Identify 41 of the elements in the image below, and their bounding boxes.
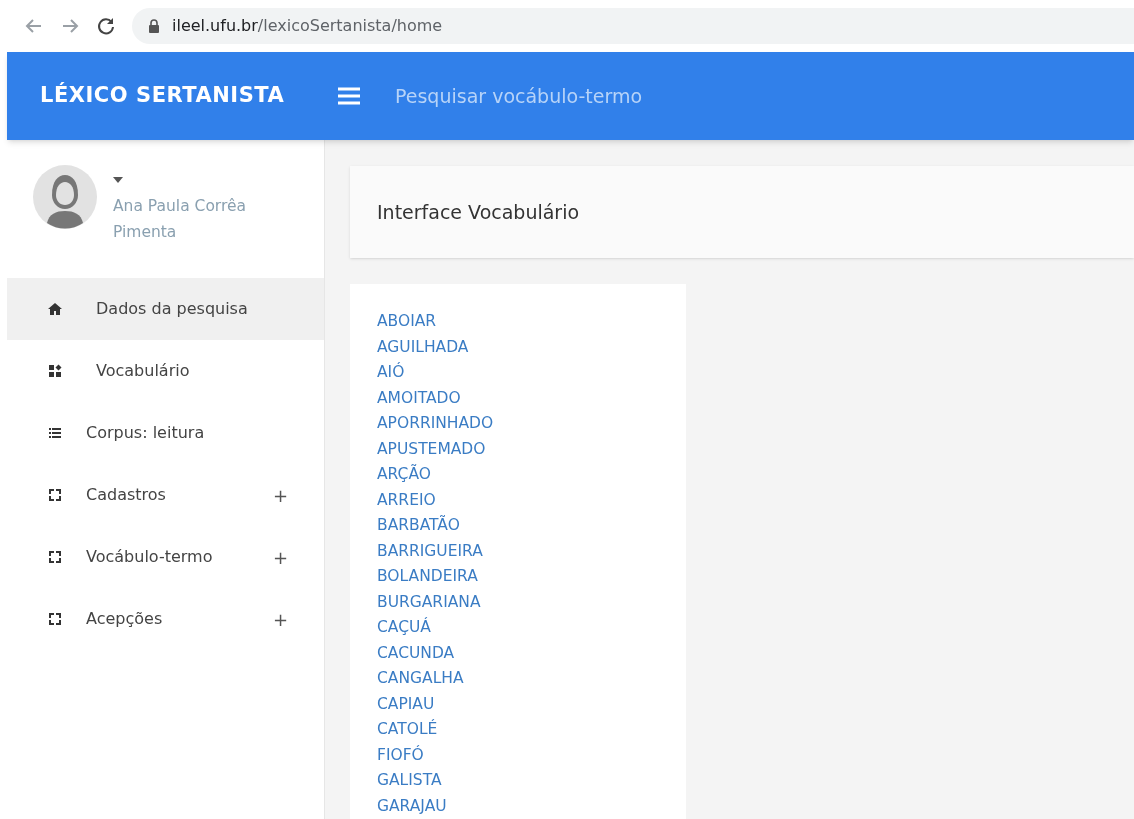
- sidebar-item[interactable]: Dados da pesquisa: [7, 278, 324, 340]
- word-link[interactable]: ARÇÃO: [377, 462, 431, 488]
- word-link[interactable]: FIOFÓ: [377, 742, 424, 768]
- expand-icon: [48, 612, 62, 626]
- word-link[interactable]: CAPIAU: [377, 691, 435, 717]
- brand-title[interactable]: LÉXICO SERTANISTA: [7, 80, 337, 112]
- user-name: Ana Paula Corrêa Pimenta: [113, 196, 248, 243]
- word-link[interactable]: BOLANDEIRA: [377, 564, 478, 590]
- caret-icon[interactable]: [113, 177, 123, 183]
- url-text: ileel.ufu.br/lexicoSertanista/home: [172, 15, 443, 37]
- search-link[interactable]: Pesquisar vocábulo-termo: [395, 81, 643, 111]
- list-icon: [48, 426, 62, 440]
- word-link[interactable]: BURGARIANA: [377, 589, 481, 615]
- word-link[interactable]: AGUILHADA: [377, 334, 469, 360]
- word-link[interactable]: APORRINHADO: [377, 411, 494, 437]
- word-link[interactable]: GALISTA: [377, 768, 442, 794]
- expand-toggle[interactable]: +: [272, 543, 288, 571]
- menu-icon[interactable]: [337, 86, 361, 106]
- word-link[interactable]: APUSTEMADO: [377, 436, 486, 462]
- word-link[interactable]: ABOIAR: [377, 309, 437, 335]
- reload-icon[interactable]: [96, 16, 116, 36]
- word-link[interactable]: CAÇUÁ: [377, 615, 431, 641]
- expand-toggle[interactable]: +: [272, 481, 288, 509]
- word-link[interactable]: ARREIO: [377, 487, 436, 513]
- home-icon: [48, 302, 62, 316]
- word-link[interactable]: AIÓ: [377, 360, 405, 386]
- word-link[interactable]: CANGALHA: [377, 666, 464, 692]
- expand-toggle[interactable]: +: [272, 605, 288, 633]
- word-link[interactable]: CATOLÉ: [377, 717, 438, 743]
- expand-icon: [48, 488, 62, 502]
- avatar-icon: [33, 165, 97, 229]
- word-link[interactable]: BARRIGUEIRA: [377, 538, 483, 564]
- address-bar[interactable]: ileel.ufu.br/lexicoSertanista/home: [132, 8, 1134, 44]
- lock-icon: [148, 19, 160, 33]
- page-title: Interface Vocabulário: [377, 199, 580, 225]
- word-link[interactable]: AMOITADO: [377, 385, 461, 411]
- expand-icon: [48, 550, 62, 564]
- grid-icon: [48, 364, 62, 378]
- word-link[interactable]: GARAJAU: [377, 793, 447, 819]
- word-link[interactable]: BARBATÃO: [377, 513, 460, 539]
- word-link[interactable]: CACUNDA: [377, 640, 455, 666]
